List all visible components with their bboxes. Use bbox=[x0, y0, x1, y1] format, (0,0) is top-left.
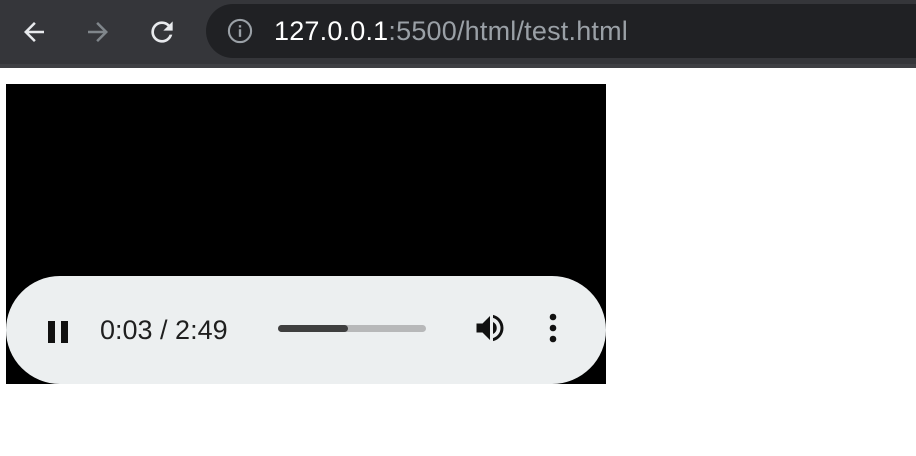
pause-button[interactable] bbox=[36, 310, 80, 354]
info-icon bbox=[227, 18, 253, 44]
address-bar[interactable]: 127.0.0.1:5500/html/test.html bbox=[206, 4, 916, 58]
media-controls: 0:03 / 2:49 bbox=[6, 276, 606, 384]
toolbar-divider bbox=[0, 64, 916, 68]
back-button[interactable] bbox=[16, 14, 52, 50]
url-text[interactable]: 127.0.0.1:5500/html/test.html bbox=[274, 15, 628, 47]
arrow-left-icon bbox=[24, 22, 44, 42]
progress-fill bbox=[278, 325, 348, 332]
forward-button[interactable] bbox=[80, 14, 116, 50]
url-host: 127.0.0.1 bbox=[274, 16, 389, 46]
arrow-right-icon bbox=[88, 22, 108, 42]
site-info-button[interactable] bbox=[226, 17, 254, 45]
more-options-button[interactable] bbox=[538, 306, 568, 350]
url-path: :5500/html/test.html bbox=[388, 16, 629, 46]
volume-button[interactable] bbox=[468, 306, 512, 350]
browser-toolbar: 127.0.0.1:5500/html/test.html bbox=[0, 0, 916, 64]
time-display: 0:03 / 2:49 bbox=[100, 315, 228, 345]
more-vertical-icon bbox=[549, 313, 557, 343]
speaker-icon bbox=[476, 314, 504, 342]
reload-button[interactable] bbox=[144, 14, 180, 50]
video-player[interactable]: 0:03 / 2:49 bbox=[6, 84, 606, 384]
progress-bar[interactable] bbox=[278, 325, 426, 332]
reload-icon bbox=[151, 21, 173, 43]
pause-icon bbox=[48, 321, 68, 343]
